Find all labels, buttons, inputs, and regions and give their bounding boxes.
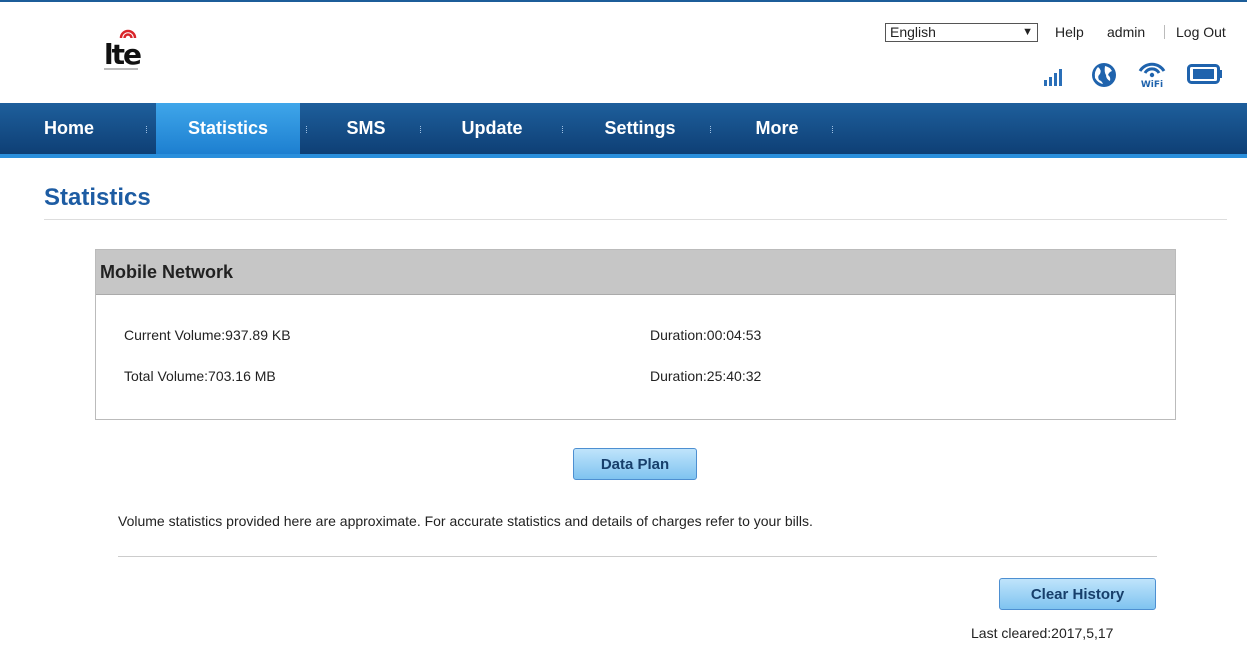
language-select[interactable]: English ▼ — [885, 23, 1038, 42]
note-divider — [118, 556, 1157, 557]
nav-settings[interactable]: Settings — [582, 103, 698, 154]
svg-text:WiFi: WiFi — [1141, 80, 1163, 89]
nav-update[interactable]: Update — [440, 103, 544, 154]
panel-header: Mobile Network — [96, 250, 1175, 295]
nav-divider — [832, 126, 835, 133]
data-plan-button[interactable]: Data Plan — [573, 448, 697, 480]
logo-tagline — [104, 68, 138, 70]
battery-icon — [1187, 64, 1222, 84]
user-link[interactable]: admin — [1107, 23, 1145, 41]
main-nav: Home Statistics SMS Update Settings More — [0, 103, 1247, 158]
link-separator — [1164, 25, 1165, 39]
language-selected: English — [890, 24, 936, 40]
nav-statistics[interactable]: Statistics — [156, 103, 300, 154]
total-volume: Total Volume:703.16 MB — [124, 368, 276, 384]
nav-divider — [306, 126, 309, 133]
panel-heading: Mobile Network — [100, 262, 234, 282]
nav-more[interactable]: More — [728, 103, 826, 154]
title-divider — [44, 219, 1227, 220]
page-title: Statistics — [44, 184, 151, 211]
logout-link[interactable]: Log Out — [1176, 23, 1226, 41]
internet-globe-icon — [1092, 63, 1116, 87]
nav-sms[interactable]: SMS — [316, 103, 416, 154]
nav-divider — [146, 126, 149, 133]
last-cleared: Last cleared:2017,5,17 — [971, 625, 1114, 641]
current-duration: Duration:00:04:53 — [650, 327, 762, 343]
nav-divider — [420, 126, 423, 133]
total-duration: Duration:25:40:32 — [650, 368, 762, 384]
wifi-icon: WiFi — [1138, 62, 1166, 89]
top-border — [0, 0, 1247, 2]
nav-home[interactable]: Home — [44, 103, 124, 154]
nav-divider — [562, 126, 565, 133]
clear-history-button[interactable]: Clear History — [999, 578, 1156, 610]
dropdown-arrow-icon: ▼ — [1022, 26, 1033, 38]
current-volume: Current Volume:937.89 KB — [124, 327, 291, 343]
volume-note: Volume statistics provided here are appr… — [118, 513, 813, 529]
lte-logo: lte — [104, 26, 156, 72]
help-link[interactable]: Help — [1055, 23, 1084, 41]
nav-divider — [710, 126, 713, 133]
logo-text: lte — [104, 38, 142, 71]
mobile-network-panel: Mobile Network Current Volume:937.89 KB … — [95, 249, 1176, 420]
signal-icon — [1044, 69, 1062, 86]
